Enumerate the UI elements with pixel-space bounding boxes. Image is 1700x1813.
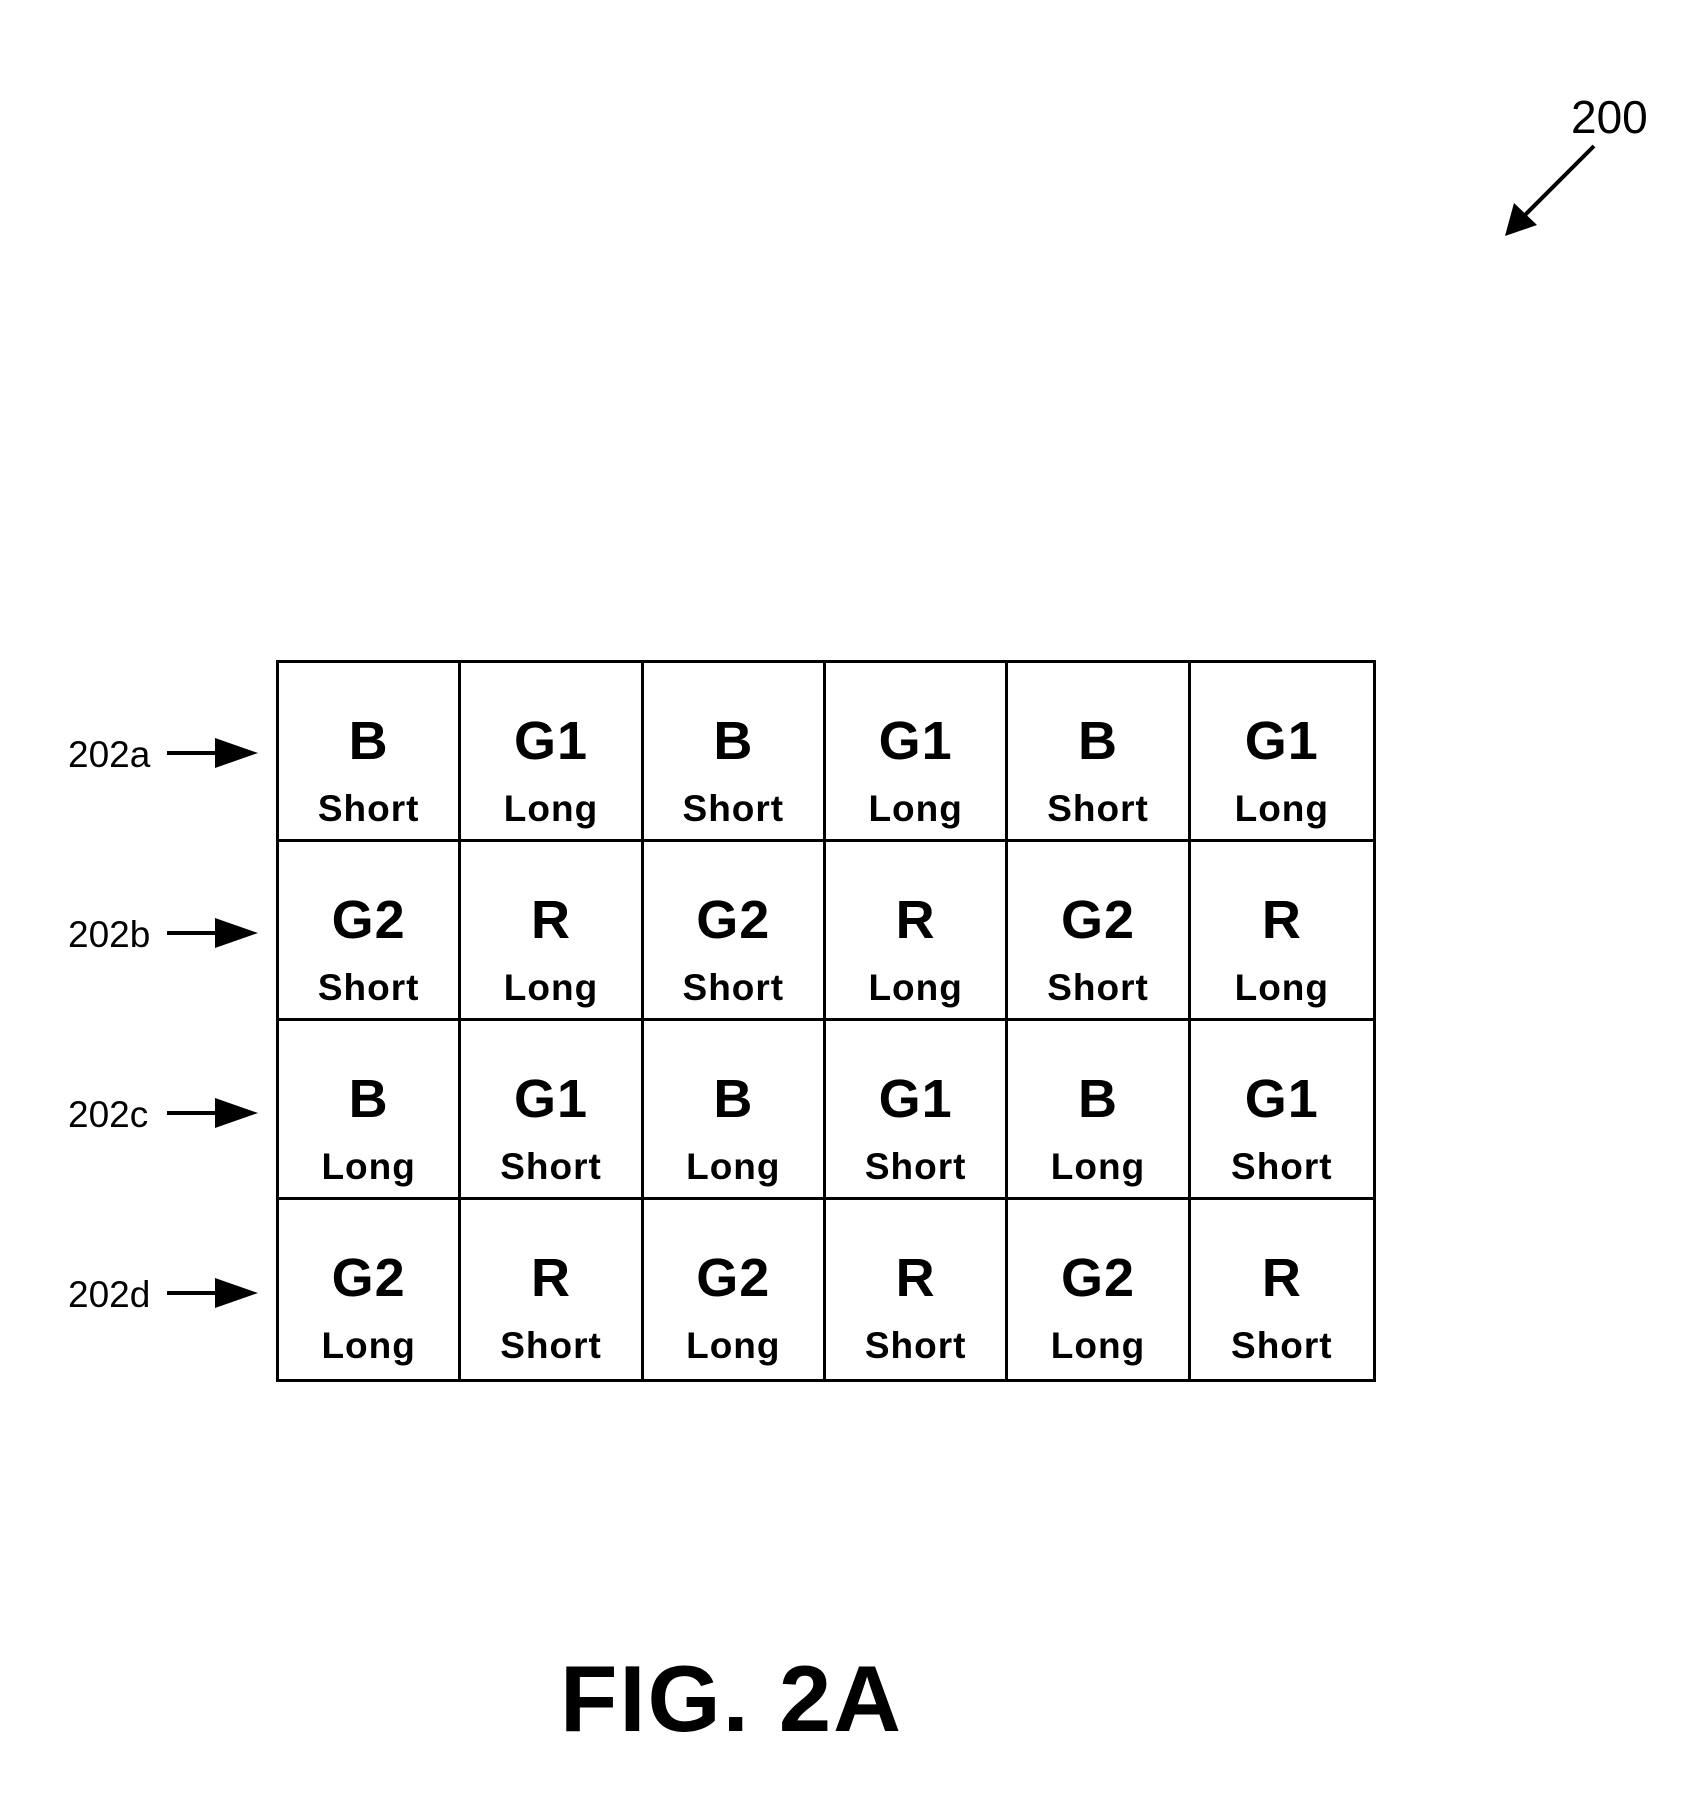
pixel-exposure: Short bbox=[864, 1146, 967, 1187]
pixel-channel: R bbox=[530, 890, 571, 950]
pixel-channel: G1 bbox=[513, 1069, 589, 1129]
figure-caption: FIG. 2A bbox=[560, 1646, 904, 1751]
pixel-channel: B bbox=[1077, 711, 1118, 771]
pixel-channel: B bbox=[713, 711, 754, 771]
pixel-cell: G2 Long bbox=[1008, 1200, 1191, 1379]
pixel-channel: R bbox=[895, 1248, 936, 1308]
pixel-channel: G2 bbox=[696, 1248, 771, 1308]
pixel-channel: R bbox=[1261, 890, 1302, 950]
row-label-202c: 202c bbox=[68, 1094, 149, 1135]
pixel-cell: B Short bbox=[1008, 663, 1191, 842]
row-arrow-icon-202d bbox=[167, 1278, 258, 1308]
pixel-channel: B bbox=[348, 711, 389, 771]
pixel-channel: B bbox=[348, 1069, 389, 1129]
pixel-exposure: Short bbox=[682, 967, 785, 1008]
pixel-cell: R Long bbox=[1190, 842, 1373, 1021]
pixel-cell: G1 Long bbox=[1190, 663, 1373, 842]
pixel-cell: G1 Long bbox=[825, 663, 1009, 842]
pixel-exposure: Short bbox=[1047, 788, 1149, 829]
pixel-exposure: Long bbox=[1050, 1146, 1146, 1187]
pixel-cell: R Short bbox=[1191, 1200, 1373, 1379]
pixel-channel: R bbox=[1261, 1248, 1302, 1308]
pixel-channel: R bbox=[895, 890, 936, 950]
pixel-cell: B Long bbox=[1008, 1021, 1191, 1200]
pixel-channel: G1 bbox=[1244, 711, 1319, 771]
pixel-cell: R Short bbox=[461, 1200, 644, 1379]
row-label-202a: 202a bbox=[68, 734, 151, 775]
pixel-exposure: Long bbox=[686, 1325, 781, 1366]
pixel-exposure: Short bbox=[682, 788, 785, 829]
pixel-exposure: Long bbox=[868, 788, 963, 829]
pixel-exposure: Long bbox=[1050, 1325, 1146, 1366]
pixel-cell: G1 Short bbox=[825, 1021, 1009, 1200]
pixel-cell: R Short bbox=[826, 1200, 1009, 1379]
pixel-exposure: Short bbox=[500, 1146, 602, 1187]
pixel-cell: B Long bbox=[643, 1021, 826, 1200]
pixel-cell: R Long bbox=[825, 842, 1009, 1021]
pixel-exposure: Long bbox=[503, 788, 599, 829]
pixel-cell: G2 Long bbox=[644, 1200, 826, 1379]
pixel-cell: B Long bbox=[279, 1021, 462, 1200]
row-arrow-icon-202b bbox=[167, 918, 258, 948]
pixel-exposure: Short bbox=[1231, 1146, 1333, 1187]
reference-pointer-arrow-icon bbox=[1505, 144, 1596, 236]
pixel-channel: B bbox=[1077, 1069, 1118, 1129]
pixel-cell: B Short bbox=[643, 663, 826, 842]
pixel-exposure: Short bbox=[1047, 967, 1149, 1008]
pixel-exposure: Short bbox=[1231, 1325, 1333, 1366]
pixel-channel: G1 bbox=[513, 711, 589, 771]
pixel-exposure: Long bbox=[321, 1325, 416, 1366]
pixel-cell: G2 Long bbox=[279, 1200, 462, 1379]
pixel-exposure: Short bbox=[317, 788, 420, 829]
figure-reference-number: 200 bbox=[1571, 91, 1648, 143]
pixel-cell: G2 Short bbox=[279, 842, 462, 1021]
pixel-channel: G2 bbox=[1060, 1248, 1136, 1308]
pixel-channel: G2 bbox=[331, 890, 406, 950]
pixel-cell: B Short bbox=[279, 663, 462, 842]
row-arrow-icon-202a bbox=[167, 738, 258, 768]
pixel-cell: G1 Long bbox=[461, 663, 644, 842]
pixel-channel: G2 bbox=[331, 1248, 406, 1308]
row-label-202b: 202b bbox=[68, 914, 151, 955]
row-label-202d: 202d bbox=[68, 1274, 151, 1315]
pixel-array-grid: B Short G1 Long B Short G1 Long B Short G1 Lon… bbox=[276, 660, 1376, 1382]
pixel-channel: G1 bbox=[878, 711, 953, 771]
pixel-cell: G1 Short bbox=[461, 1021, 644, 1200]
pixel-exposure: Long bbox=[321, 1146, 416, 1187]
pixel-channel: G1 bbox=[1244, 1069, 1319, 1129]
pixel-exposure: Long bbox=[868, 967, 963, 1008]
row-arrow-icon-202c bbox=[167, 1098, 258, 1128]
pixel-channel: G2 bbox=[1060, 890, 1136, 950]
pixel-channel: B bbox=[713, 1069, 754, 1129]
pixel-cell: R Long bbox=[461, 842, 644, 1021]
pixel-channel: G1 bbox=[878, 1069, 953, 1129]
pixel-exposure: Long bbox=[503, 967, 599, 1008]
pixel-exposure: Short bbox=[317, 967, 420, 1008]
pixel-cell: G1 Short bbox=[1190, 1021, 1373, 1200]
pixel-exposure: Short bbox=[500, 1325, 602, 1366]
pixel-cell: G2 Short bbox=[1008, 842, 1191, 1021]
pixel-cell: G2 Short bbox=[643, 842, 826, 1021]
pixel-exposure: Long bbox=[1234, 967, 1330, 1008]
pixel-exposure: Long bbox=[1234, 788, 1330, 829]
pixel-channel: G2 bbox=[696, 890, 771, 950]
pixel-exposure: Long bbox=[686, 1146, 781, 1187]
pixel-channel: R bbox=[530, 1248, 571, 1308]
pixel-exposure: Short bbox=[864, 1325, 967, 1366]
